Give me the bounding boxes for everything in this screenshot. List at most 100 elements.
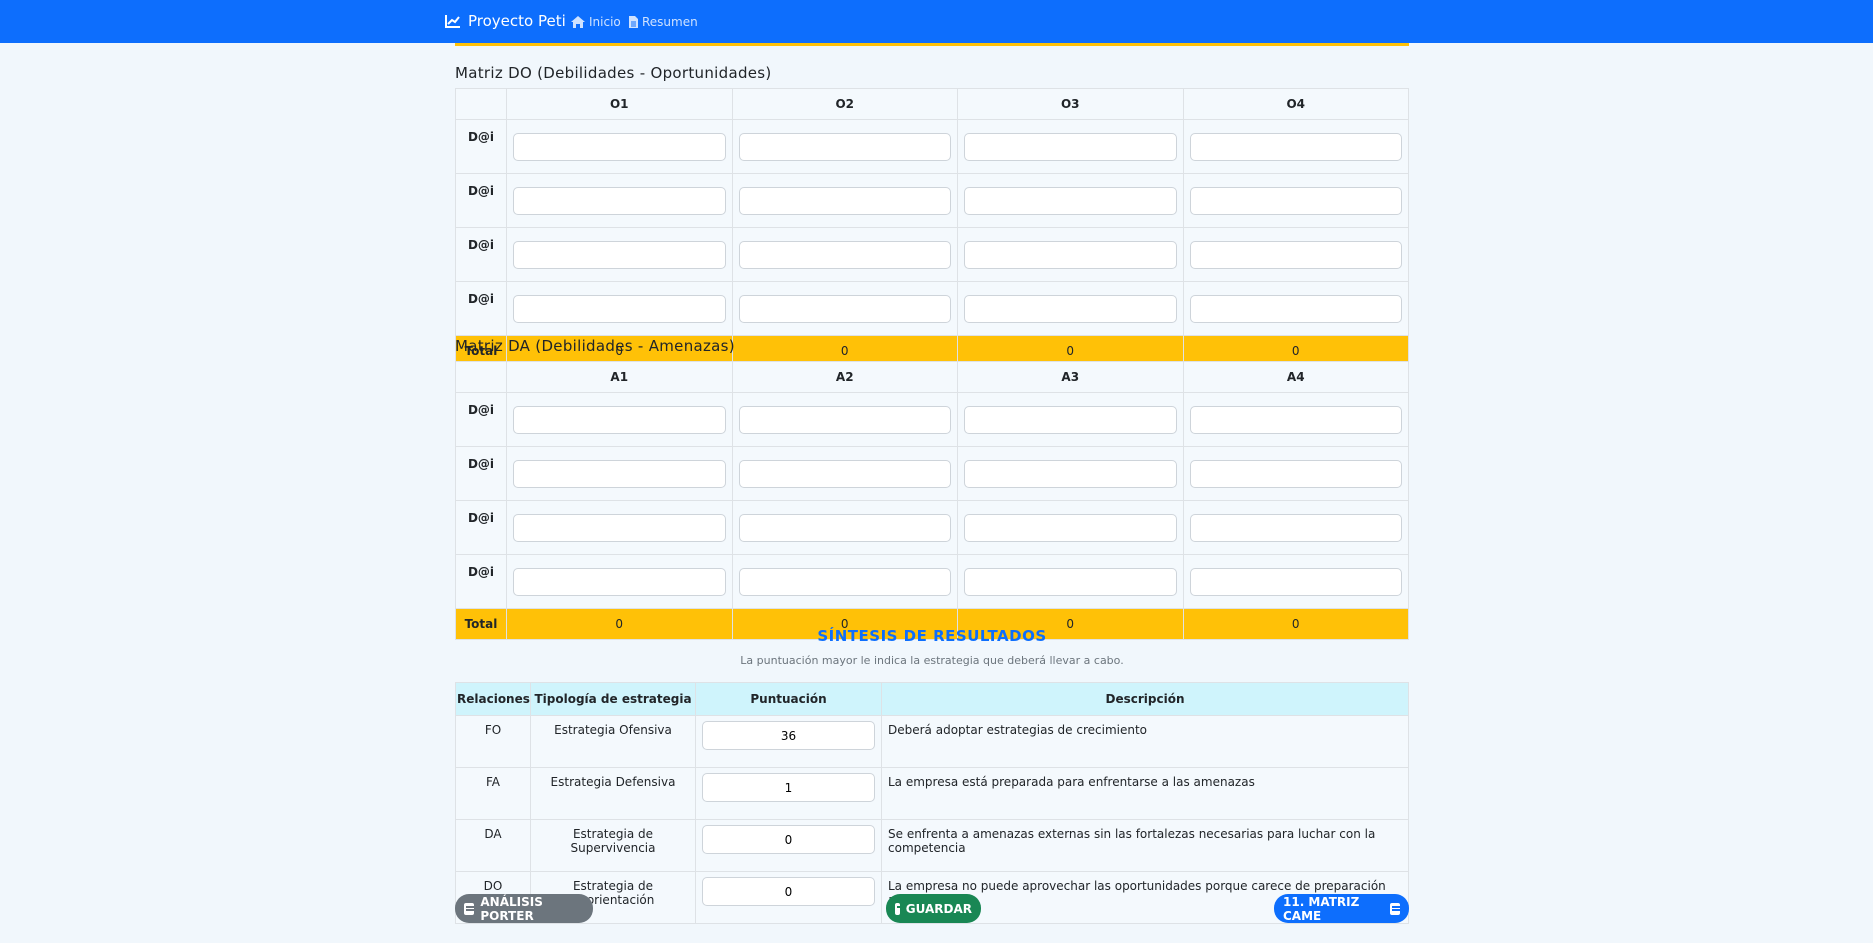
row-label: D@i bbox=[455, 554, 507, 609]
corner-header bbox=[455, 88, 507, 120]
table-icon bbox=[1389, 902, 1400, 915]
row-label: D@i bbox=[455, 446, 507, 501]
score-input[interactable] bbox=[738, 459, 951, 488]
score-input[interactable] bbox=[1189, 186, 1402, 215]
score-input[interactable] bbox=[964, 186, 1177, 215]
score-input[interactable] bbox=[513, 513, 726, 542]
score-input[interactable] bbox=[964, 459, 1177, 488]
column-header: O3 bbox=[957, 88, 1184, 120]
table-row: DA Estrategia de Supervivencia Se enfren… bbox=[455, 819, 1409, 872]
table-row: D@i bbox=[455, 392, 1409, 447]
da-matrix-title: Matriz DA (Debilidades - Amenazas) bbox=[455, 337, 735, 355]
synthesis-title: SÍNTESIS DE RESULTADOS bbox=[817, 627, 1047, 645]
relation-cell: DA bbox=[455, 819, 531, 872]
navbar: Proyecto Peti Inicio Resumen bbox=[0, 0, 1873, 43]
score-input[interactable] bbox=[513, 459, 726, 488]
score-input[interactable] bbox=[964, 240, 1177, 269]
came-matrix-button[interactable]: 11. MATRIZ CAME bbox=[1274, 894, 1409, 923]
save-button[interactable]: GUARDAR bbox=[886, 894, 981, 923]
nav-summary-link[interactable]: Resumen bbox=[629, 15, 698, 29]
row-label: D@i bbox=[455, 392, 507, 447]
brand-link[interactable]: Proyecto Peti bbox=[445, 12, 566, 30]
row-label: D@i bbox=[455, 227, 507, 282]
column-header: O4 bbox=[1182, 88, 1409, 120]
score-input[interactable] bbox=[964, 132, 1177, 161]
do-matrix-title: Matriz DO (Debilidades - Oportunidades) bbox=[455, 64, 772, 82]
strategy-type-cell: Estrategia Defensiva bbox=[530, 767, 696, 820]
table-row: D@i bbox=[455, 446, 1409, 501]
score-field[interactable] bbox=[702, 877, 875, 906]
column-header: A4 bbox=[1182, 361, 1409, 393]
score-input[interactable] bbox=[738, 186, 951, 215]
score-input[interactable] bbox=[964, 513, 1177, 542]
table-row: D@i bbox=[455, 227, 1409, 282]
column-header: Puntuación bbox=[695, 682, 882, 716]
da-matrix-table: A1 A2 A3 A4 D@i D@i D@i D@i Total 0 0 0 … bbox=[455, 361, 1409, 640]
score-input[interactable] bbox=[1189, 567, 1402, 596]
score-input[interactable] bbox=[1189, 405, 1402, 434]
description-cell: Deberá adoptar estrategias de crecimient… bbox=[881, 715, 1409, 768]
score-input[interactable] bbox=[1189, 459, 1402, 488]
score-input[interactable] bbox=[513, 186, 726, 215]
row-label: D@i bbox=[455, 281, 507, 336]
column-header: Relaciones bbox=[455, 682, 531, 716]
column-header: O2 bbox=[731, 88, 958, 120]
score-input[interactable] bbox=[1189, 513, 1402, 542]
score-input[interactable] bbox=[1189, 294, 1402, 323]
corner-header bbox=[455, 361, 507, 393]
table-row: FO Estrategia Ofensiva Deberá adoptar es… bbox=[455, 715, 1409, 768]
came-matrix-label: 11. MATRIZ CAME bbox=[1283, 894, 1360, 923]
score-input[interactable] bbox=[1189, 132, 1402, 161]
synthesis-table: Relaciones Tipología de estrategia Puntu… bbox=[455, 682, 1409, 924]
score-input[interactable] bbox=[738, 240, 951, 269]
score-input[interactable] bbox=[964, 294, 1177, 323]
score-input[interactable] bbox=[513, 132, 726, 161]
score-input[interactable] bbox=[738, 513, 951, 542]
score-input[interactable] bbox=[1189, 240, 1402, 269]
save-icon bbox=[895, 902, 905, 915]
score-input[interactable] bbox=[738, 294, 951, 323]
table-row: D@i bbox=[455, 119, 1409, 174]
nav-home-link[interactable]: Inicio bbox=[571, 15, 621, 29]
score-input[interactable] bbox=[738, 405, 951, 434]
score-input[interactable] bbox=[964, 405, 1177, 434]
chart-line-icon bbox=[445, 15, 460, 28]
do-matrix-table: O1 O2 O3 O4 D@i D@i D@i D@i Total 0 0 0 … bbox=[455, 88, 1409, 367]
column-header: A3 bbox=[957, 361, 1184, 393]
nav-home-label: Inicio bbox=[589, 15, 621, 29]
column-header: A1 bbox=[506, 361, 733, 393]
column-header: Tipología de estrategia bbox=[530, 682, 696, 716]
column-header: Descripción bbox=[881, 682, 1409, 716]
table-row: D@i bbox=[455, 500, 1409, 555]
brand-label: Proyecto Peti bbox=[468, 12, 566, 30]
table-row: D@i bbox=[455, 554, 1409, 609]
file-icon bbox=[629, 16, 638, 28]
row-label: D@i bbox=[455, 173, 507, 228]
porter-analysis-label: ANÁLISIS PORTER bbox=[480, 894, 543, 923]
score-input[interactable] bbox=[513, 294, 726, 323]
score-field[interactable] bbox=[702, 773, 875, 802]
row-label: D@i bbox=[455, 119, 507, 174]
score-input[interactable] bbox=[513, 567, 726, 596]
score-input[interactable] bbox=[964, 567, 1177, 596]
table-row: FA Estrategia Defensiva La empresa está … bbox=[455, 767, 1409, 820]
score-field[interactable] bbox=[702, 721, 875, 750]
row-label: D@i bbox=[455, 500, 507, 555]
table-row: D@i bbox=[455, 173, 1409, 228]
strategy-type-cell: Estrategia Ofensiva bbox=[530, 715, 696, 768]
score-input[interactable] bbox=[513, 240, 726, 269]
porter-analysis-button[interactable]: ANÁLISIS PORTER bbox=[455, 894, 593, 923]
previous-total-row-edge bbox=[455, 43, 1409, 46]
column-header: O1 bbox=[506, 88, 733, 120]
relation-cell: FO bbox=[455, 715, 531, 768]
synthesis-subtitle: La puntuación mayor le indica la estrate… bbox=[740, 654, 1124, 667]
score-field[interactable] bbox=[702, 825, 875, 854]
table-icon bbox=[464, 902, 475, 915]
description-cell: Se enfrenta a amenazas externas sin las … bbox=[881, 819, 1409, 872]
nav-summary-label: Resumen bbox=[642, 15, 698, 29]
score-input[interactable] bbox=[738, 567, 951, 596]
score-input[interactable] bbox=[513, 405, 726, 434]
table-row: D@i bbox=[455, 281, 1409, 336]
score-input[interactable] bbox=[738, 132, 951, 161]
description-cell: La empresa está preparada para enfrentar… bbox=[881, 767, 1409, 820]
